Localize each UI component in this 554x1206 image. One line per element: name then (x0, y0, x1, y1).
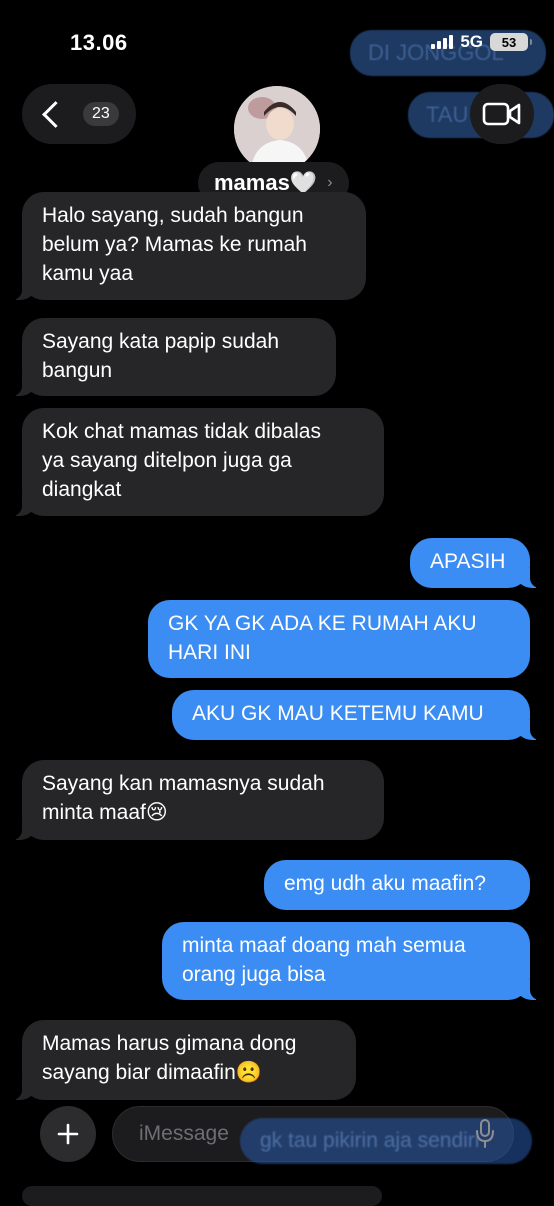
add-attachment-button[interactable] (40, 1106, 96, 1162)
back-chevron-icon (42, 100, 69, 128)
message-text: AKU GK MAU KETEMU KAMU (192, 702, 484, 725)
video-call-button[interactable] (470, 84, 534, 144)
video-camera-icon (482, 102, 521, 126)
message-text: Kok chat mamas tidak dibalas ya sayang d… (42, 420, 321, 501)
message-bubble-incoming[interactable]: Mamas harus gimana dong sayang biar dima… (12, 1020, 356, 1100)
message-text: Halo sayang, sudah bangun belum ya? Mama… (42, 204, 307, 285)
message-bubble-incoming[interactable]: Halo sayang, sudah bangun belum ya? Mama… (12, 192, 366, 300)
chevron-right-icon: › (327, 174, 333, 191)
message-text: Sayang kan mamasnya sudah minta maaf😢 (42, 772, 325, 824)
battery-level: 53 (501, 34, 517, 50)
unread-count-badge: 23 (83, 102, 119, 126)
message-text: APASIH (430, 550, 506, 573)
plus-icon (57, 1123, 79, 1145)
message-text: GK YA GK ADA KE RUMAH AKU HARI INI (168, 612, 477, 664)
message-text: emg udh aku maafin? (284, 872, 486, 895)
message-text: minta maaf doang mah semua orang juga bi… (182, 934, 466, 986)
message-text: Sayang kata papip sudah bangun (42, 330, 280, 382)
avatar-photo (234, 86, 320, 172)
message-bubble-outgoing[interactable]: emg udh aku maafin? (264, 860, 530, 910)
message-bubble-incoming[interactable]: Kok chat mamas tidak dibalas ya sayang d… (12, 408, 384, 516)
message-text: Mamas harus gimana dong sayang biar dima… (42, 1032, 297, 1084)
microphone-icon (476, 1119, 494, 1148)
message-bubble-outgoing[interactable]: GK YA GK ADA KE RUMAH AKU HARI INI (148, 600, 530, 678)
message-bubble-incoming[interactable]: Sayang kata papip sudah bangun (12, 318, 336, 396)
status-time: 13.06 (70, 30, 128, 55)
network-type: 5G (460, 32, 483, 51)
message-bubble-outgoing[interactable]: APASIH (410, 538, 540, 588)
status-indicators: 5G 53 (431, 32, 532, 52)
message-bubble-incoming[interactable]: Sayang kan mamasnya sudah minta maaf😢 (12, 760, 384, 840)
message-bubble-outgoing[interactable]: AKU GK MAU KETEMU KAMU (172, 690, 540, 740)
dictation-button[interactable] (470, 1118, 500, 1150)
back-button[interactable]: 23 (22, 84, 136, 144)
partial-message-bubble (22, 1186, 382, 1206)
signal-icon (431, 35, 454, 49)
message-bubble-outgoing[interactable]: minta maaf doang mah semua orang juga bi… (162, 922, 540, 1000)
status-bar: DI JONGGOL 13.06 5G 53 (0, 0, 554, 80)
battery-icon: 53 (490, 33, 532, 51)
contact-avatar[interactable] (234, 86, 320, 172)
